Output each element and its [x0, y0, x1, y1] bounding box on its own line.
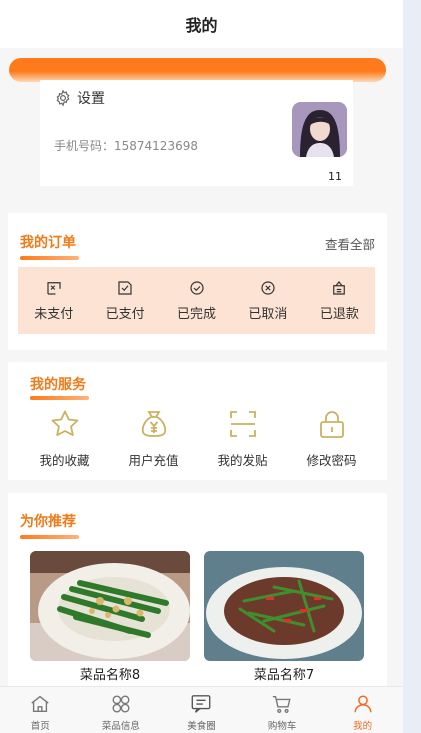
tab-home[interactable]: 首页 — [0, 687, 81, 733]
scan-icon — [229, 411, 256, 437]
order-refunded[interactable]: 已退款 — [304, 267, 375, 334]
order-unpaid[interactable]: 未支付 — [18, 267, 89, 334]
cancelled-icon — [261, 281, 275, 295]
order-cancelled[interactable]: 已取消 — [232, 267, 303, 334]
service-favorites[interactable]: 我的收藏 — [20, 408, 109, 469]
completed-icon — [189, 281, 204, 295]
order-label: 已取消 — [248, 307, 288, 322]
orders-title: 我的订单 — [20, 235, 76, 251]
tab-label: 美食圈 — [187, 721, 216, 732]
order-label: 未支付 — [34, 307, 74, 322]
money-bag-icon — [141, 411, 166, 437]
services-row: 我的收藏 用户充值 我的发贴 修改密码 — [20, 408, 376, 469]
profile-card: 设置 手机号码：15874123698 11 — [40, 80, 353, 186]
home-icon — [31, 695, 49, 713]
top-bar: 我的 — [0, 0, 403, 48]
settings-button[interactable]: 设置 — [54, 88, 105, 108]
settings-label: 设置 — [77, 91, 105, 107]
tab-label: 购物车 — [267, 721, 297, 732]
recommend-title: 为你推荐 — [20, 514, 76, 530]
phone-number: 手机号码：15874123698 — [54, 139, 198, 153]
refunded-icon — [333, 281, 346, 295]
star-icon — [51, 410, 78, 436]
order-status-strip: 未支付 已支付 已完成 已取消 已退款 — [18, 267, 375, 334]
unpaid-icon — [47, 282, 61, 295]
service-recharge[interactable]: 用户充值 — [109, 408, 198, 469]
services-title-underline — [30, 396, 89, 400]
order-label: 已退款 — [319, 307, 359, 322]
bottom-tab-bar: 首页 菜品信息 美食圈 购物车 我的 — [0, 686, 403, 733]
mobile-screen: 我的 设置 手机号码：15874123698 11 我的订单 查看全部 未支付 … — [0, 0, 403, 733]
avatar[interactable] — [292, 102, 347, 157]
chat-icon — [192, 695, 211, 713]
dish-photo — [204, 551, 364, 661]
cart-icon — [272, 695, 291, 713]
service-label: 用户充值 — [128, 453, 179, 468]
profile-banner — [9, 58, 386, 82]
service-label: 修改密码 — [306, 453, 357, 468]
dish-photo — [30, 551, 190, 661]
order-completed[interactable]: 已完成 — [161, 267, 232, 334]
user-icon — [354, 695, 372, 713]
dish-name: 菜品名称7 — [253, 668, 315, 683]
services-section: 我的服务 我的收藏 用户充值 我的发贴 修改密码 — [8, 362, 387, 480]
orders-title-underline — [20, 256, 79, 260]
gear-icon — [56, 89, 70, 107]
order-paid[interactable]: 已支付 — [89, 267, 160, 334]
tab-dishes[interactable]: 菜品信息 — [81, 687, 162, 733]
grid-icon — [112, 695, 130, 713]
dish-name: 菜品名称8 — [79, 668, 141, 683]
order-label: 已支付 — [105, 307, 145, 322]
tab-cart[interactable]: 购物车 — [242, 687, 323, 733]
lock-icon — [319, 411, 344, 438]
service-label: 我的收藏 — [39, 453, 90, 468]
page-title: 我的 — [185, 16, 218, 35]
dish-card[interactable]: 菜品名称7 — [204, 551, 364, 693]
tab-label: 菜品信息 — [101, 721, 140, 732]
view-all-orders-link[interactable]: 查看全部 — [325, 234, 375, 253]
avatar-caption: 11 — [328, 170, 342, 183]
service-change-password[interactable]: 修改密码 — [287, 408, 376, 469]
tab-label: 首页 — [30, 721, 50, 732]
services-title: 我的服务 — [30, 377, 86, 393]
tab-food-circle[interactable]: 美食圈 — [161, 687, 242, 733]
tab-label: 我的 — [353, 721, 373, 732]
order-label: 已完成 — [177, 307, 217, 322]
service-posts[interactable]: 我的发贴 — [198, 408, 287, 469]
recommend-title-underline — [20, 535, 79, 539]
dish-card[interactable]: 菜品名称8 — [30, 551, 190, 693]
service-label: 我的发贴 — [217, 453, 268, 468]
orders-section: 我的订单 查看全部 未支付 已支付 已完成 已取消 已退款 — [8, 213, 387, 350]
tab-mine[interactable]: 我的 — [322, 687, 403, 733]
paid-icon — [118, 281, 132, 295]
recommend-section: 为你推荐 菜品名称8 菜品名称7 — [8, 493, 387, 693]
